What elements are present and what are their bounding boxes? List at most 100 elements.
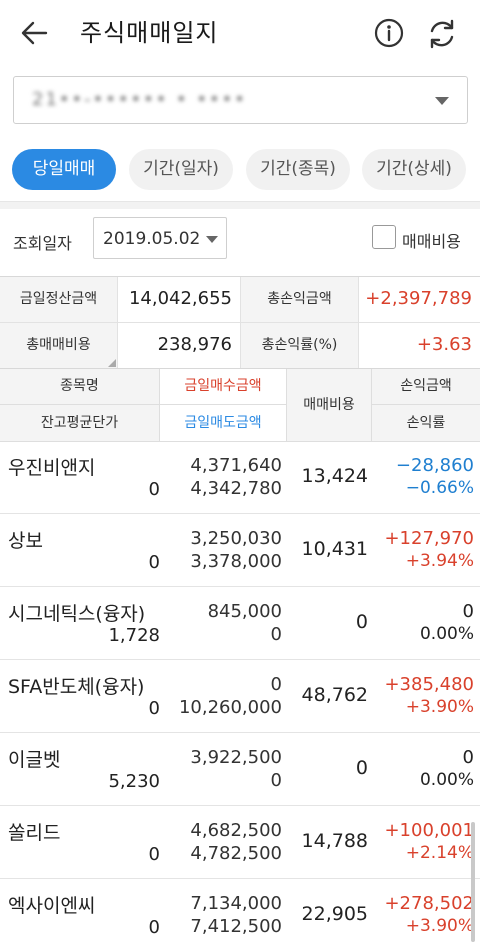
- sell-amount: 0: [270, 624, 282, 645]
- fee-amount: 14,788: [301, 830, 368, 852]
- tab-period-detail[interactable]: 기간(상세): [362, 149, 466, 190]
- info-button[interactable]: [372, 16, 406, 50]
- stock-name: 엑사이엔씨: [8, 895, 96, 917]
- pl-amount: +385,480: [384, 674, 474, 695]
- pl-rate: +2.14%: [405, 843, 474, 863]
- col-fee[interactable]: 매매비용: [287, 369, 372, 442]
- table-row[interactable]: 상보 0 3,250,030 3,378,000 10,431 +127,970…: [0, 514, 480, 587]
- col-sell-amount[interactable]: 금일매도금액: [160, 405, 287, 442]
- avg-price: 0: [148, 698, 160, 719]
- account-number: 21••-•••••• • ••••: [32, 89, 247, 110]
- fee-amount: 48,762: [301, 684, 368, 706]
- pl-rate: −0.66%: [405, 478, 474, 498]
- buy-amount: 3,250,030: [190, 528, 282, 549]
- fee-amount: 10,431: [301, 538, 368, 560]
- buy-amount: 845,000: [207, 601, 282, 622]
- stock-name: 우진비앤지: [8, 457, 96, 479]
- sell-amount: 0: [270, 770, 282, 791]
- pl-amount: +278,502: [384, 893, 474, 914]
- account-select[interactable]: 21••-•••••• • ••••: [13, 76, 468, 124]
- sell-amount: 10,260,000: [178, 697, 282, 718]
- fee-amount: 13,424: [301, 465, 368, 487]
- table-row[interactable]: 우진비앤지 0 4,371,640 4,342,780 13,424 −28,8…: [0, 441, 480, 514]
- col-rate[interactable]: 손익률: [372, 405, 480, 442]
- avg-price: 0: [148, 917, 160, 938]
- col-pl[interactable]: 손익금액: [372, 369, 480, 405]
- settle-label: 금일정산금액: [0, 277, 118, 323]
- pl-rate: +3.94%: [405, 551, 474, 571]
- avg-price: 0: [148, 479, 160, 500]
- pl-amount: −28,860: [395, 455, 474, 476]
- total-pl-label: 총손익금액: [241, 277, 359, 323]
- sell-amount: 3,378,000: [190, 551, 282, 572]
- avg-price: 0: [148, 844, 160, 865]
- table-header: 종목명 잔고평균단가 금일매수금액 금일매도금액 매매비용 손익금액 손익률: [0, 368, 480, 442]
- tab-period-stock[interactable]: 기간(종목): [246, 149, 350, 190]
- sell-amount: 4,782,500: [190, 843, 282, 864]
- refresh-button[interactable]: [424, 16, 460, 52]
- pl-rate: 0.00%: [419, 624, 474, 644]
- buy-amount: 7,134,000: [190, 893, 282, 914]
- pl-rate: 0.00%: [419, 770, 474, 790]
- pl-amount: 0: [462, 747, 474, 768]
- pl-rate: +3.90%: [405, 697, 474, 717]
- section-divider: [0, 201, 480, 209]
- query-date-label: 조회일자: [13, 234, 72, 253]
- app-header: 주식매매일지: [0, 0, 480, 66]
- stock-name: 상보: [8, 530, 43, 552]
- stock-name: 쏠리드: [8, 822, 61, 844]
- total-rate-label: 총손익률(%): [241, 323, 359, 369]
- buy-amount: 3,922,500: [190, 747, 282, 768]
- scrollbar[interactable]: [471, 822, 475, 942]
- chevron-down-icon: [435, 97, 449, 105]
- buy-amount: 4,682,500: [190, 820, 282, 841]
- fee-amount: 22,905: [301, 903, 368, 925]
- avg-price: 5,230: [108, 771, 160, 792]
- col-name[interactable]: 종목명: [0, 369, 160, 405]
- avg-price: 1,728: [108, 625, 160, 646]
- settle-value: 14,042,655: [118, 277, 241, 323]
- tab-period-date[interactable]: 기간(일자): [129, 149, 233, 190]
- pl-amount: 0: [462, 601, 474, 622]
- table-row[interactable]: SFA반도체(융자) 0 0 10,260,000 48,762 +385,48…: [0, 660, 480, 733]
- refresh-icon: [430, 19, 454, 49]
- fee-total-value: 238,976: [118, 323, 241, 369]
- back-button[interactable]: [18, 16, 52, 50]
- fee-amount: 0: [355, 611, 368, 633]
- table-row[interactable]: 쏠리드 0 4,682,500 4,782,500 14,788 +100,00…: [0, 806, 480, 879]
- date-value: 2019.05.02: [103, 229, 201, 249]
- buy-amount: 0: [270, 674, 282, 695]
- pl-amount: +127,970: [384, 528, 474, 549]
- summary-table: 금일정산금액 14,042,655 총손익금액 +2,397,789 총매매비용…: [0, 276, 480, 369]
- settle-value-text: 14,042,655: [128, 288, 232, 309]
- fee-amount: 0: [355, 757, 368, 779]
- chevron-down-icon: [206, 236, 218, 243]
- col-avg-price[interactable]: 잔고평균단가: [0, 405, 160, 442]
- table-row[interactable]: 이글벳 5,230 3,922,500 0 0 0 0.00%: [0, 733, 480, 806]
- fee-total-label-text: 총매매비용: [26, 337, 91, 353]
- fee-checkbox[interactable]: [372, 225, 396, 249]
- total-pl-value: +2,397,789: [359, 277, 480, 323]
- corner-marker: [108, 359, 116, 367]
- pl-rate: +3.90%: [405, 916, 474, 936]
- stock-name: 시그네틱스(융자): [8, 603, 146, 625]
- stock-name: 이글벳: [8, 749, 61, 771]
- fee-total-label: 총매매비용: [0, 323, 118, 369]
- table-row[interactable]: 엑사이엔씨 0 7,134,000 7,412,500 22,905 +278,…: [0, 879, 480, 950]
- pl-amount: +100,001: [384, 820, 474, 841]
- sell-amount: 4,342,780: [190, 478, 282, 499]
- page-title: 주식매매일지: [80, 19, 219, 47]
- tab-today[interactable]: 당일매매: [12, 149, 116, 190]
- buy-amount: 4,371,640: [190, 455, 282, 476]
- info-circle-icon: [374, 18, 404, 48]
- date-select[interactable]: 2019.05.02: [93, 217, 227, 259]
- total-rate-value: +3.63: [359, 323, 480, 369]
- fee-checkbox-label[interactable]: 매매비용: [402, 228, 461, 252]
- table-row[interactable]: 시그네틱스(융자) 1,728 845,000 0 0 0 0.00%: [0, 587, 480, 660]
- stock-name: SFA반도체(융자): [8, 676, 145, 698]
- col-buy-amount[interactable]: 금일매수금액: [160, 369, 287, 405]
- arrow-left-icon: [21, 21, 48, 45]
- tab-bar: 당일매매 기간(일자) 기간(종목) 기간(상세): [12, 149, 472, 191]
- avg-price: 0: [148, 552, 160, 573]
- sell-amount: 7,412,500: [190, 916, 282, 937]
